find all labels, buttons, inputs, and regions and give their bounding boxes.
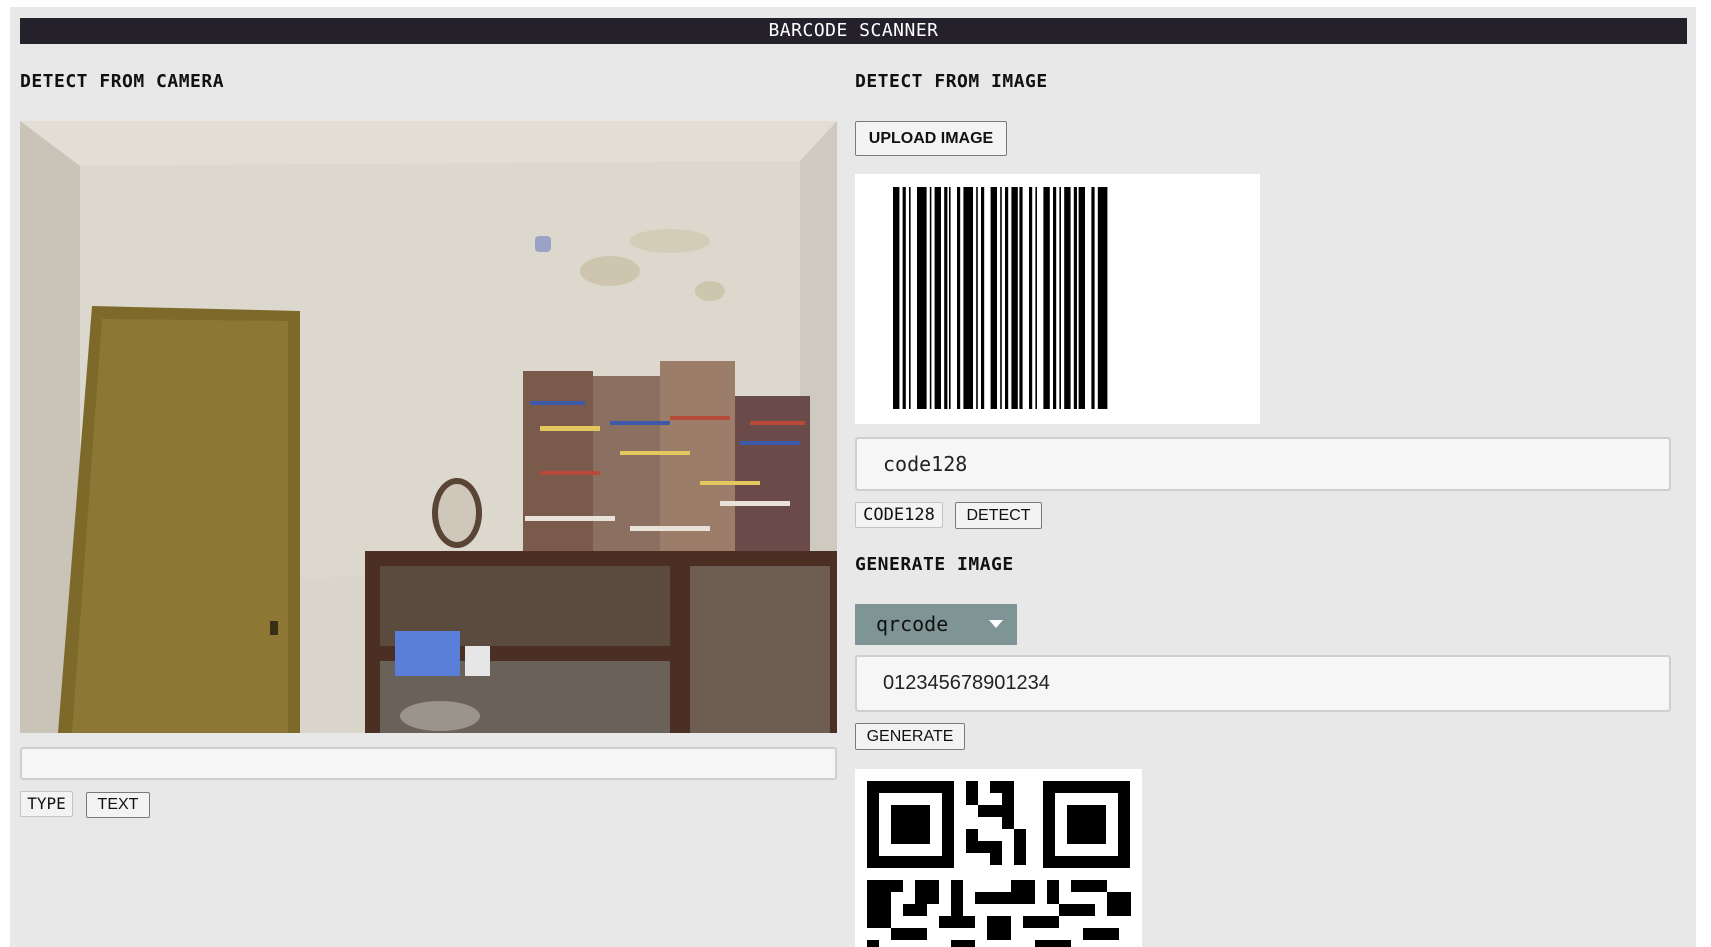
camera-section-title: DETECT FROM CAMERA: [20, 71, 225, 92]
barcode-bar: [917, 187, 927, 409]
upload-image-button[interactable]: UPLOAD IMAGE: [855, 121, 1007, 156]
generate-button[interactable]: GENERATE: [855, 723, 965, 750]
barcode-bar: [1078, 187, 1085, 409]
qr-code-image: [855, 769, 1142, 947]
barcode-image: [855, 174, 1260, 424]
barcode-bar: [957, 187, 961, 409]
camera-feed-image: [20, 121, 837, 733]
text-button[interactable]: TEXT: [86, 792, 150, 818]
detected-type-tag: CODE128: [855, 502, 943, 528]
camera-result-field[interactable]: [20, 747, 837, 780]
barcode-bar: [1059, 187, 1061, 409]
barcode-graphic: [893, 187, 1108, 409]
barcode-bar: [1097, 187, 1108, 409]
barcode-bar: [929, 187, 932, 409]
barcode-bar: [934, 187, 941, 409]
camera-preview: [20, 121, 837, 733]
app-title: BARCODE SCANNER: [20, 18, 1687, 44]
barcode-bar: [949, 187, 951, 409]
qr-code-graphic: [867, 781, 1131, 947]
barcode-bar: [1011, 187, 1018, 409]
barcode-bar: [976, 187, 978, 409]
format-select[interactable]: qrcode: [855, 604, 1017, 645]
barcode-bar: [1091, 187, 1095, 409]
barcode-bar: [1053, 187, 1057, 409]
barcode-bar: [902, 187, 906, 409]
format-select-value: qrcode: [876, 612, 949, 636]
image-section-title: DETECT FROM IMAGE: [855, 71, 1048, 92]
barcode-bar: [1073, 187, 1077, 409]
barcode-bar: [944, 187, 948, 409]
barcode-bar: [981, 187, 985, 409]
detect-button[interactable]: DETECT: [955, 502, 1042, 529]
generate-section-title: GENERATE IMAGE: [855, 554, 1014, 575]
barcode-bar: [1029, 187, 1033, 409]
barcode-bar: [1043, 187, 1050, 409]
barcode-bar: [1005, 187, 1009, 409]
camera-type-tag: TYPE: [20, 791, 73, 817]
app-window: BARCODE SCANNER DETECT FROM CAMERA TYPE …: [10, 7, 1696, 947]
barcode-bar: [1035, 187, 1037, 409]
generate-input-field[interactable]: 012345678901234: [855, 655, 1671, 712]
barcode-bar: [1019, 187, 1023, 409]
barcode-bar: [909, 187, 911, 409]
detected-value-field[interactable]: code128: [855, 437, 1671, 491]
barcode-bar: [1000, 187, 1002, 409]
barcode-bar: [963, 187, 973, 409]
barcode-bar: [1064, 187, 1071, 409]
barcode-bar: [990, 187, 997, 409]
chevron-down-icon: [989, 620, 1003, 628]
barcode-bar: [893, 187, 900, 409]
